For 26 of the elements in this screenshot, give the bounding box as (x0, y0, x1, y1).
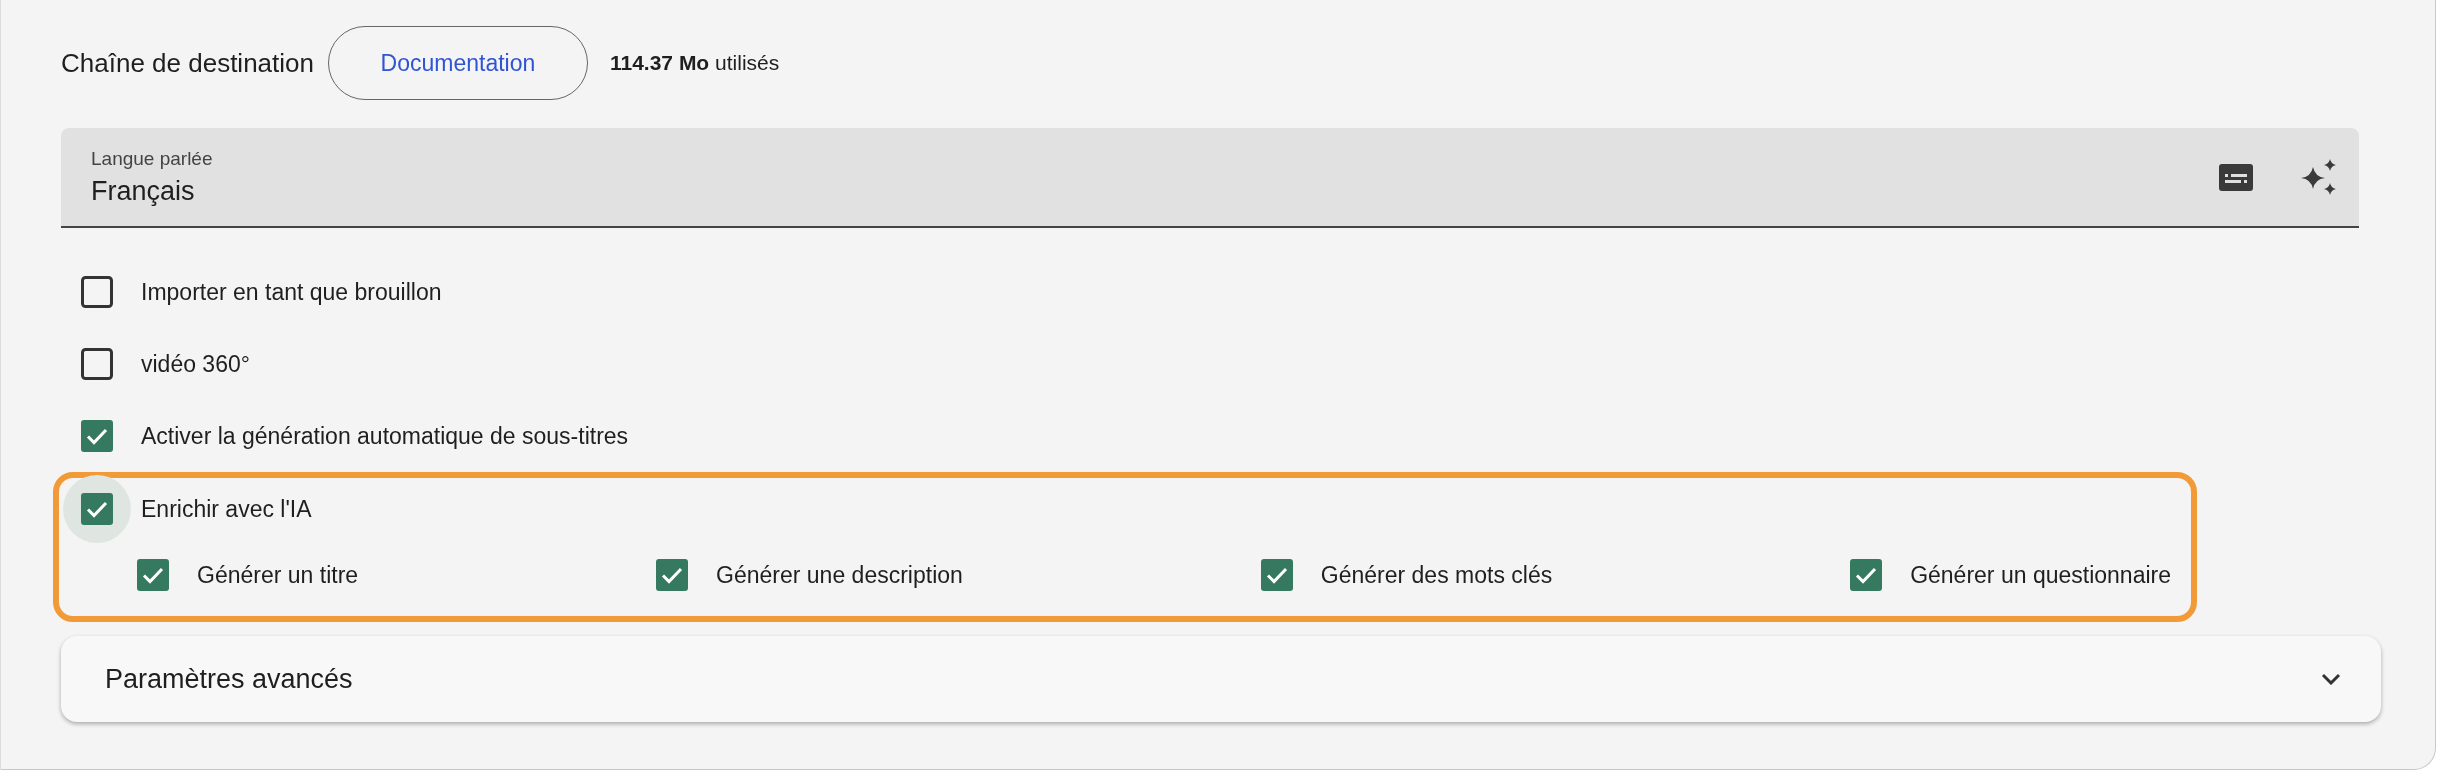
checkbox[interactable] (81, 420, 113, 452)
checkbox[interactable] (656, 559, 689, 591)
checkbox[interactable] (137, 559, 169, 591)
chevron-icon[interactable] (2321, 673, 2341, 685)
checkbox[interactable] (81, 276, 113, 308)
panel-title: Paramètres avancés (105, 663, 353, 695)
checkbox[interactable] (1850, 559, 1883, 591)
checkbox-label: vidéo 360° (141, 350, 250, 378)
field-value: Français (91, 175, 196, 207)
subtitles-icon[interactable] (2219, 163, 2253, 191)
field-label: Langue parlée (91, 147, 213, 170)
checkbox-label: Générer des mots clés (1320, 561, 1553, 589)
sparkle-icon[interactable] (2301, 159, 2337, 195)
language-field[interactable]: Langue parlée Français (61, 128, 2359, 228)
checkbox-label: Activer la génération automatique de sous-titres (141, 422, 629, 450)
checkbox[interactable] (81, 493, 113, 525)
storage-usage: 114.37 Mo utilisés (609, 51, 780, 75)
checkbox-label: Générer un titre (197, 561, 359, 589)
checkbox-label: Importer en tant que brouillon (141, 278, 442, 306)
checkbox-label: Enrichir avec l'IA (141, 495, 312, 523)
section-title: Chaîne de destination (61, 47, 314, 79)
checkbox[interactable] (81, 348, 113, 380)
checkbox-label: Générer une description (716, 561, 963, 589)
checkbox-label: Générer un questionnaire (1910, 561, 2171, 589)
advanced-settings-panel[interactable]: Paramètres avancés (61, 636, 2381, 722)
checkbox[interactable] (1260, 559, 1293, 591)
